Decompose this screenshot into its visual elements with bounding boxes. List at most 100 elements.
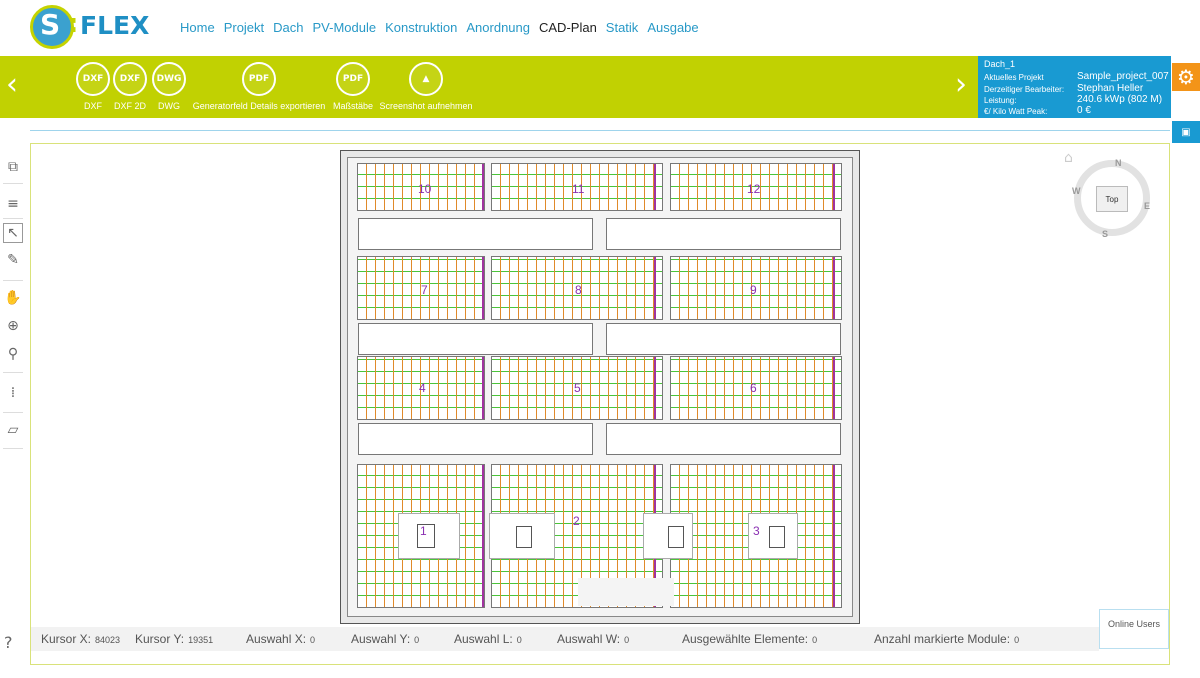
marked-modules-value: 0: [1014, 635, 1020, 645]
field-edge: [482, 164, 484, 210]
auswahl-x-value: 0: [310, 635, 316, 645]
rotate-icon[interactable]: ⊕: [3, 316, 23, 336]
auswahl-x: Auswahl X: 0: [246, 632, 315, 646]
kursor-x-label: Kursor X:: [41, 632, 92, 646]
roof-cutout: [578, 578, 674, 606]
field-label-2: 2: [573, 514, 580, 528]
field-edge: [482, 465, 484, 607]
chevron-right-icon[interactable]: ›: [955, 70, 971, 100]
field-label-8: 8: [575, 283, 582, 297]
dxf-2d-icon: DXF: [113, 62, 147, 96]
field-label-5: 5: [574, 381, 581, 395]
field-edge: [482, 357, 484, 419]
screenshot-button[interactable]: ▲ Screenshot aufnehmen: [379, 62, 473, 111]
roof-outline: 10 11 12 7 8 9 4 5 6 1 2 3: [347, 157, 853, 617]
editor-value: Stephan Heller: [1077, 83, 1144, 94]
generatorfeld-export-button[interactable]: PDF Generatorfeld Details exportieren: [192, 62, 326, 111]
roof-obstacle[interactable]: [643, 513, 693, 559]
zoom-window-icon[interactable]: ⧉: [3, 157, 23, 177]
measure-icon[interactable]: ⁞: [3, 383, 23, 403]
help-icon[interactable]: ?: [4, 633, 13, 652]
roof-obstacle[interactable]: [489, 513, 555, 559]
header: S : FLEX Home Projekt Dach PV-Module Kon…: [0, 0, 1200, 56]
pdf-icon: PDF: [242, 62, 276, 96]
field-label-1: 1: [420, 524, 427, 538]
project-info-panel: Dach_1 Aktuelles Projekt Sample_project_…: [978, 56, 1171, 118]
top-view-button[interactable]: Top: [1096, 186, 1128, 212]
export-toolbar: ‹ DXF DXF DXF DXF 2D DWG DWG PDF Generat…: [0, 56, 978, 118]
field-edge: [482, 257, 484, 319]
cost-value: 0 €: [1077, 105, 1091, 116]
eraser-icon[interactable]: ▱: [3, 420, 23, 440]
nav-dach[interactable]: Dach: [273, 20, 303, 35]
zoom-magnifier-icon[interactable]: ⚲: [3, 344, 23, 364]
logo-colon: :: [68, 9, 79, 39]
field-label-11: 11: [572, 182, 585, 196]
dxf-2d-button[interactable]: DXF DXF 2D: [113, 62, 147, 111]
draw-pen-icon[interactable]: ✎: [3, 250, 23, 270]
nav-anordnung[interactable]: Anordnung: [466, 20, 530, 35]
pan-hand-icon[interactable]: ✋: [3, 288, 23, 308]
selected-elements-label: Ausgewählte Elemente:: [682, 632, 809, 646]
auswahl-w-label: Auswahl W:: [557, 632, 621, 646]
dwg-icon: DWG: [152, 62, 186, 96]
roof-walkway: [606, 423, 841, 455]
skylight: [516, 526, 532, 548]
project-value: Sample_project_007: [1077, 71, 1169, 82]
auswahl-y: Auswahl Y: 0: [351, 632, 419, 646]
left-toolbar: ⧉ ≡ ↖ ✎ ✋ ⊕ ⚲ ⁞ ▱: [0, 150, 26, 670]
auswahl-x-label: Auswahl X:: [246, 632, 307, 646]
selected-elements-value: 0: [812, 635, 818, 645]
roof-obstacle[interactable]: [398, 513, 460, 559]
dwg-button[interactable]: DWG DWG: [152, 62, 186, 111]
main-nav: Home Projekt Dach PV-Module Konstruktion…: [180, 20, 708, 35]
auswahl-l-value: 0: [516, 635, 522, 645]
nav-cad-plan[interactable]: CAD-Plan: [539, 20, 597, 35]
field-label-9: 9: [750, 283, 757, 297]
field-edge: [654, 164, 656, 210]
compass-west: W: [1072, 186, 1081, 196]
field-label-12: 12: [747, 182, 761, 196]
roof-walkway: [358, 423, 593, 455]
auswahl-y-value: 0: [414, 635, 420, 645]
roof-walkway: [358, 323, 593, 355]
nav-projekt[interactable]: Projekt: [224, 20, 264, 35]
nav-home[interactable]: Home: [180, 20, 215, 35]
project-label: Aktuelles Projekt: [984, 73, 1044, 82]
generatorfeld-export-label: Generatorfeld Details exportieren: [192, 101, 326, 111]
compass-south: S: [1102, 229, 1109, 239]
auswahl-y-label: Auswahl Y:: [351, 632, 411, 646]
chevron-left-icon[interactable]: ‹: [6, 70, 22, 100]
logo-s: S: [40, 8, 61, 41]
settings-gear-icon[interactable]: ⚙: [1172, 63, 1200, 91]
nav-statik[interactable]: Statik: [606, 20, 639, 35]
layers-icon[interactable]: ≡: [3, 194, 23, 214]
sflex-logo[interactable]: S : FLEX: [30, 5, 149, 49]
auswahl-w-value: 0: [624, 635, 630, 645]
divider: [3, 372, 23, 373]
roof-plan[interactable]: 10 11 12 7 8 9 4 5 6 1 2 3: [340, 150, 860, 624]
kursor-y-value: 19351: [188, 635, 214, 645]
divider: [30, 130, 1170, 131]
kursor-x: Kursor X: 84023: [41, 632, 120, 646]
field-label-3: 3: [753, 524, 760, 538]
select-move-icon[interactable]: ↖: [3, 223, 23, 243]
nav-pv-module[interactable]: PV-Module: [313, 20, 377, 35]
field-edge: [654, 257, 656, 319]
massstaebe-button[interactable]: PDF Maßstäbe: [333, 62, 373, 111]
online-users-panel[interactable]: Online Users: [1099, 609, 1169, 649]
kursor-x-value: 84023: [95, 635, 121, 645]
nav-konstruktion[interactable]: Konstruktion: [385, 20, 457, 35]
nav-ausgabe[interactable]: Ausgabe: [647, 20, 698, 35]
dxf-button[interactable]: DXF DXF: [76, 62, 110, 111]
field-edge: [833, 465, 835, 607]
view-compass[interactable]: ⌂ Top N E S W: [1062, 150, 1162, 250]
side-panel-icon[interactable]: ▣: [1172, 121, 1200, 143]
home-icon[interactable]: ⌂: [1064, 150, 1073, 166]
cost-label: €/ Kilo Watt Peak:: [984, 107, 1048, 116]
screenshot-label: Screenshot aufnehmen: [379, 101, 473, 111]
pdf-icon: PDF: [336, 62, 370, 96]
dxf-icon: DXF: [76, 62, 110, 96]
compass-north: N: [1115, 158, 1122, 168]
app-window: S : FLEX Home Projekt Dach PV-Module Kon…: [0, 0, 1200, 678]
